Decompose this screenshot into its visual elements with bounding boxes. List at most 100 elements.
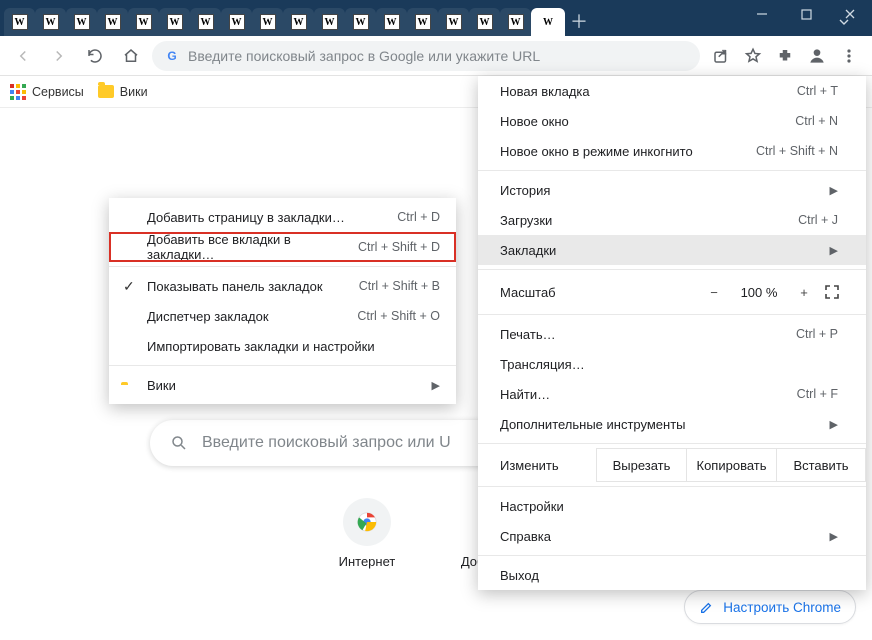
customize-button[interactable]: Настроить Chrome [684,590,856,624]
browser-tab[interactable]: W [500,8,531,36]
browser-tab[interactable]: W [128,8,159,36]
wikipedia-favicon: W [508,14,524,30]
browser-tab[interactable]: W [314,8,345,36]
browser-tab[interactable]: W [345,8,376,36]
browser-tab[interactable]: W [190,8,221,36]
toolbar-right [706,41,864,71]
minimize-button[interactable] [740,0,784,28]
omnibox-placeholder: Введите поисковый запрос в Google или ук… [188,48,688,64]
menu-separator [478,443,866,444]
menu-new-window[interactable]: Новое окноCtrl + N [478,106,866,136]
browser-tab[interactable]: W [252,8,283,36]
submenu-bookmark-page[interactable]: Добавить страницу в закладки…Ctrl + D [109,202,456,232]
browser-tab[interactable]: W [159,8,190,36]
wikipedia-favicon: W [446,14,462,30]
submenu-separator [109,266,456,267]
browser-tab[interactable]: W [531,8,565,36]
chevron-right-icon: ▶ [830,530,838,543]
new-tab-button[interactable]: ＋ [565,8,593,36]
fullscreen-icon[interactable] [824,284,854,300]
menu-more-tools[interactable]: Дополнительные инструменты▶ [478,409,866,439]
browser-tab[interactable]: W [221,8,252,36]
menu-settings[interactable]: Настройки [478,491,866,521]
wikipedia-favicon: W [415,14,431,30]
menu-separator [478,314,866,315]
shortcut-web[interactable]: Интернет [312,498,422,569]
menu-help[interactable]: Справка▶ [478,521,866,551]
submenu-separator [109,365,456,366]
titlebar: WWWWWWWWWWWWWWWWWW＋ [0,0,872,36]
wikipedia-favicon: W [260,14,276,30]
submenu-import[interactable]: Импортировать закладки и настройки [109,331,456,361]
zoom-value: 100 % [734,285,784,300]
zoom-out-button[interactable]: − [698,285,730,300]
back-button[interactable] [8,41,38,71]
menu-button[interactable] [834,41,864,71]
bookmark-folder-wiki[interactable]: Вики [98,85,148,99]
browser-tab[interactable]: W [469,8,500,36]
menu-edit: Изменить Вырезать Копировать Вставить [478,448,866,482]
edit-copy[interactable]: Копировать [686,448,776,482]
wikipedia-favicon: W [291,14,307,30]
check-icon: ✓ [123,278,135,295]
browser-tab[interactable]: W [407,8,438,36]
edit-cut[interactable]: Вырезать [596,448,686,482]
extensions-icon[interactable] [770,41,800,71]
google-icon: G [164,48,180,64]
browser-tab[interactable]: W [35,8,66,36]
share-icon[interactable] [706,41,736,71]
home-button[interactable] [116,41,146,71]
close-button[interactable] [828,0,872,28]
apps-icon [10,84,26,100]
chevron-right-icon: ▶ [830,244,838,257]
browser-tab[interactable]: W [66,8,97,36]
browser-tab[interactable]: W [376,8,407,36]
folder-icon [98,85,114,98]
submenu-wiki-folder[interactable]: Вики▶ [109,370,456,400]
menu-separator [478,555,866,556]
wikipedia-favicon: W [198,14,214,30]
wikipedia-favicon: W [477,14,493,30]
wikipedia-favicon: W [322,14,338,30]
edit-paste[interactable]: Вставить [776,448,866,482]
submenu-show-bar[interactable]: ✓Показывать панель закладокCtrl + Shift … [109,271,456,301]
reload-button[interactable] [80,41,110,71]
wikipedia-favicon: W [136,14,152,30]
chevron-right-icon: ▶ [432,379,440,392]
menu-zoom: Масштаб − 100 % + [478,274,866,310]
customize-label: Настроить Chrome [723,600,841,615]
browser-tab[interactable]: W [438,8,469,36]
menu-history[interactable]: История▶ [478,175,866,205]
plus-icon: ＋ [570,13,588,31]
menu-print[interactable]: Печать…Ctrl + P [478,319,866,349]
forward-button[interactable] [44,41,74,71]
chevron-right-icon: ▶ [830,184,838,197]
menu-bookmarks[interactable]: Закладки▶ [478,235,866,265]
pencil-icon [699,599,715,615]
profile-icon[interactable] [802,41,832,71]
wikipedia-favicon: W [229,14,245,30]
submenu-bookmark-all[interactable]: Добавить все вкладки в закладки…Ctrl + S… [109,232,456,262]
menu-cast[interactable]: Трансляция… [478,349,866,379]
tab-strip: WWWWWWWWWWWWWWWWWW＋ [4,2,822,36]
browser-tab[interactable]: W [283,8,314,36]
wikipedia-favicon: W [539,13,557,31]
browser-tab[interactable]: W [4,8,35,36]
menu-incognito[interactable]: Новое окно в режиме инкогнитоCtrl + Shif… [478,136,866,166]
submenu-manager[interactable]: Диспетчер закладокCtrl + Shift + O [109,301,456,331]
omnibox[interactable]: G Введите поисковый запрос в Google или … [152,41,700,71]
menu-new-tab[interactable]: Новая вкладкаCtrl + T [478,76,866,106]
browser-tab[interactable]: W [97,8,128,36]
menu-downloads[interactable]: ЗагрузкиCtrl + J [478,205,866,235]
bookmarks-submenu: Добавить страницу в закладки…Ctrl + D До… [109,198,456,404]
apps-label: Сервисы [32,85,84,99]
menu-exit[interactable]: Выход [478,560,866,590]
bookmark-folder-label: Вики [120,85,148,99]
toolbar: G Введите поисковый запрос в Google или … [0,36,872,76]
window-controls [740,0,872,28]
star-icon[interactable] [738,41,768,71]
apps-shortcut[interactable]: Сервисы [10,84,84,100]
menu-find[interactable]: Найти…Ctrl + F [478,379,866,409]
maximize-button[interactable] [784,0,828,28]
zoom-in-button[interactable]: + [788,285,820,300]
